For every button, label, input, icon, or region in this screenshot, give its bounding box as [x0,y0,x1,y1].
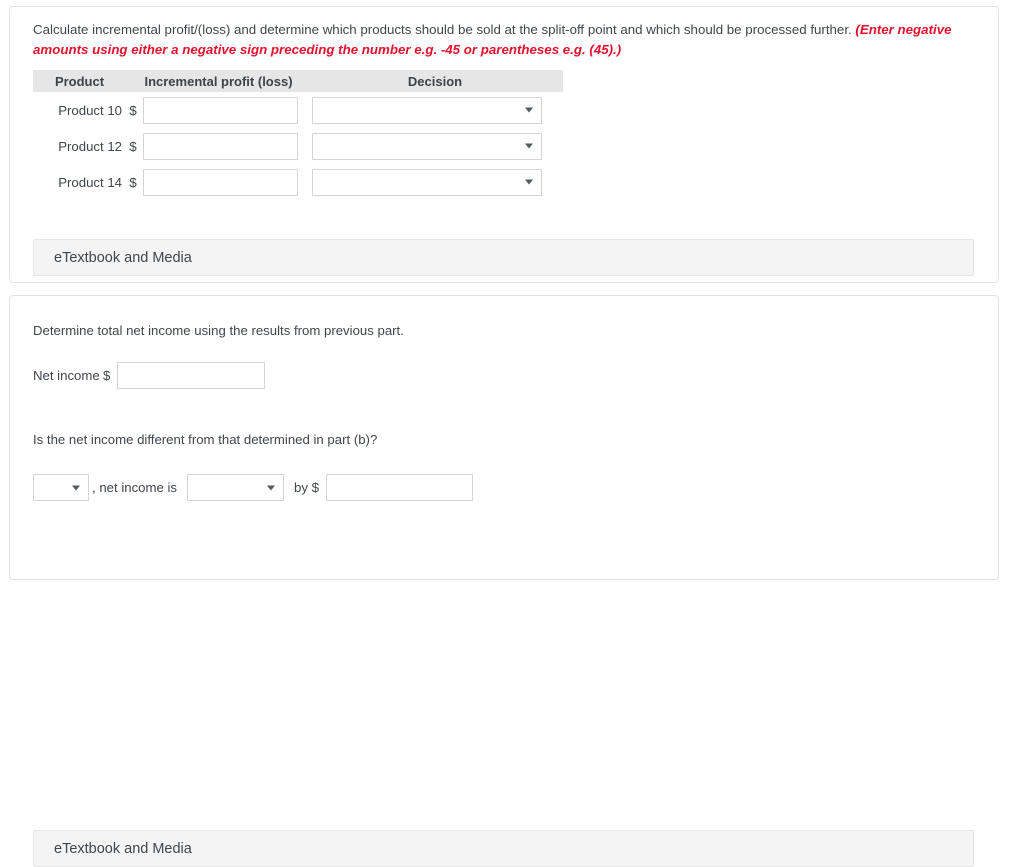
row-label-product-12: Product 12 [58,138,122,154]
middle-text: , net income is [92,480,178,495]
net-income-question: Determine total net income using the res… [33,323,404,338]
instruction-text: Calculate incremental profit/(loss) and … [33,20,970,60]
etextbook-and-media-label: eTextbook and Media [54,249,192,266]
table-header-row: Product Incremental profit (loss) Decisi… [33,70,563,92]
incremental-profit-card: Calculate incremental profit/(loss) and … [9,6,999,283]
net-income-label: Net income [33,368,100,383]
direction-dropdown[interactable] [187,474,285,501]
table-row: Product 10 $ [33,92,563,128]
instruction-main: Calculate incremental profit/(loss) and … [33,22,852,37]
chevron-down-icon [72,485,80,490]
chevron-down-icon [525,107,533,113]
table-row: Product 12 $ [33,128,563,164]
chevron-down-icon [267,485,276,490]
etextbook-and-media-button-part-b[interactable]: eTextbook and Media [33,830,974,867]
chevron-down-icon [525,179,533,185]
net-income-card: Determine total net income using the res… [9,295,999,867]
incremental-profit-input-product-12[interactable] [143,132,298,160]
incremental-profit-table: Product Incremental profit (loss) Decisi… [33,70,563,200]
column-header-decision: Decision [407,73,463,89]
column-header-incremental-profit: Incremental profit (loss) [144,73,293,89]
chevron-down-icon [525,143,533,149]
incremental-profit-input-product-10[interactable] [143,96,298,124]
row-label-product-14: Product 14 [58,174,122,190]
currency-symbol: $ [129,102,137,118]
net-income-row: Net income $ [33,362,265,389]
column-header-product: Product [54,73,105,89]
difference-amount-input[interactable] [325,474,473,501]
difference-question: Is the net income different from that de… [33,432,378,447]
decision-dropdown-product-12[interactable] [312,132,542,160]
yes-no-dropdown[interactable] [33,474,89,501]
row-label-product-10: Product 10 [58,102,122,118]
currency-symbol: $ [103,368,111,383]
currency-symbol: $ [129,174,137,190]
comparison-row: , net income is by $ [33,474,473,501]
etextbook-and-media-button-part-a[interactable]: eTextbook and Media [33,239,974,276]
by-amount-label: by $ [294,480,319,495]
table-row: Product 14 $ [33,164,563,200]
net-income-input[interactable] [116,362,265,389]
incremental-profit-input-product-14[interactable] [143,168,298,196]
etextbook-and-media-label: eTextbook and Media [54,840,192,857]
currency-symbol: $ [129,138,137,154]
decision-dropdown-product-10[interactable] [312,96,542,124]
decision-dropdown-product-14[interactable] [312,168,542,196]
